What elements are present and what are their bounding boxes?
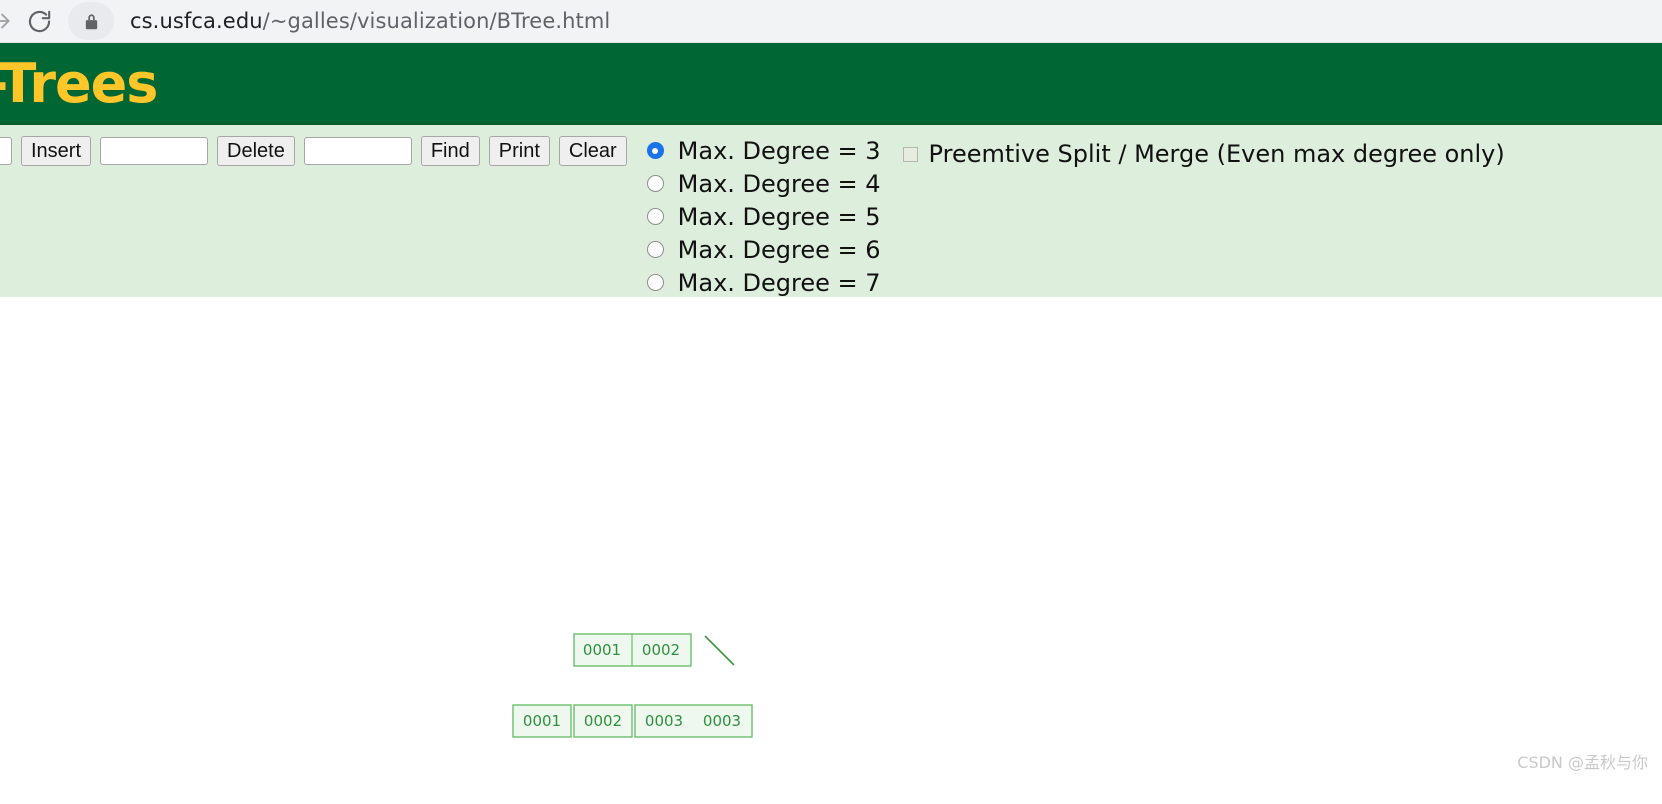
- max-degree-label-5: Max. Degree = 5: [677, 202, 881, 231]
- controls-panel: Insert Delete Find Print Clear Max. Degr…: [0, 123, 1662, 297]
- max-degree-option-7[interactable]: Max. Degree = 7: [646, 266, 881, 299]
- action-toolbar: Insert Delete Find Print Clear: [0, 134, 627, 166]
- leaf-2-key-0: 0002: [584, 712, 622, 730]
- root-key-0: 0001: [583, 641, 621, 659]
- page-banner: -Trees: [0, 43, 1662, 123]
- radio-icon-degree-5[interactable]: [646, 208, 664, 225]
- insert-button[interactable]: Insert: [21, 136, 92, 166]
- max-degree-option-4[interactable]: Max. Degree = 4: [646, 167, 881, 200]
- preemptive-split-merge-label: Preemtive Split / Merge (Even max degree…: [928, 140, 1505, 168]
- url-host: cs.usfca.edu: [130, 9, 263, 33]
- forward-icon[interactable]: [0, 8, 16, 34]
- leaf-3-key-0: 0003: [645, 712, 683, 730]
- max-degree-option-5[interactable]: Max. Degree = 5: [646, 200, 881, 233]
- find-input[interactable]: [303, 137, 412, 165]
- btree-node-leaf-2[interactable]: 0002: [573, 704, 633, 738]
- max-degree-label-7: Max. Degree = 7: [677, 268, 881, 297]
- max-degree-option-6[interactable]: Max. Degree = 6: [646, 233, 881, 266]
- radio-icon-degree-7[interactable]: [646, 274, 664, 291]
- leaf-3-key-1: 0003: [703, 712, 741, 730]
- page-title: -Trees: [0, 51, 158, 115]
- btree-node-root[interactable]: 0001 0002: [573, 633, 692, 667]
- max-degree-label-3: Max. Degree = 3: [677, 136, 881, 165]
- print-button[interactable]: Print: [488, 136, 550, 166]
- address-bar[interactable]: cs.usfca.edu/~galles/visualization/BTree…: [62, 0, 1662, 42]
- clear-button[interactable]: Clear: [558, 136, 627, 166]
- max-degree-option-3[interactable]: Max. Degree = 3: [646, 134, 881, 167]
- delete-input[interactable]: [100, 137, 209, 165]
- root-key-1: 0002: [642, 641, 680, 659]
- watermark: CSDN @孟秋与你: [1517, 753, 1648, 772]
- radio-icon-degree-3[interactable]: [646, 142, 664, 159]
- browser-toolbar: cs.usfca.edu/~galles/visualization/BTree…: [0, 0, 1662, 43]
- btree-node-leaf-1[interactable]: 0001: [512, 704, 572, 738]
- radio-icon-degree-6[interactable]: [646, 241, 664, 258]
- checkbox-icon-preemptive[interactable]: [902, 146, 918, 162]
- edge-root-to-leaf-3: [704, 635, 735, 666]
- btree-node-leaf-3[interactable]: 0003 0003: [634, 704, 753, 738]
- radio-icon-degree-4[interactable]: [646, 175, 664, 192]
- btree-canvas[interactable]: 0001 0002 0001 0002 0003 0003 CSDN @孟秋与你: [0, 297, 1662, 785]
- max-degree-label-4: Max. Degree = 4: [677, 169, 881, 198]
- reload-icon[interactable]: [16, 8, 62, 35]
- lock-icon[interactable]: [68, 2, 114, 40]
- btree-diagram: 0001 0002 0001 0002 0003 0003: [512, 633, 753, 738]
- preemptive-split-merge-option[interactable]: Preemtive Split / Merge (Even max degree…: [902, 134, 1505, 168]
- max-degree-label-6: Max. Degree = 6: [677, 235, 881, 264]
- max-degree-radio-group: Max. Degree = 3 Max. Degree = 4 Max. Deg…: [646, 134, 881, 299]
- leaf-1-key-0: 0001: [523, 712, 561, 730]
- insert-input[interactable]: [0, 137, 12, 165]
- find-button[interactable]: Find: [420, 136, 480, 166]
- url-path: /~galles/visualization/BTree.html: [262, 9, 611, 33]
- url-text: cs.usfca.edu/~galles/visualization/BTree…: [130, 9, 610, 33]
- delete-button[interactable]: Delete: [217, 136, 295, 166]
- page-content: -Trees Insert Delete Find Print Clear Ma…: [0, 43, 1662, 785]
